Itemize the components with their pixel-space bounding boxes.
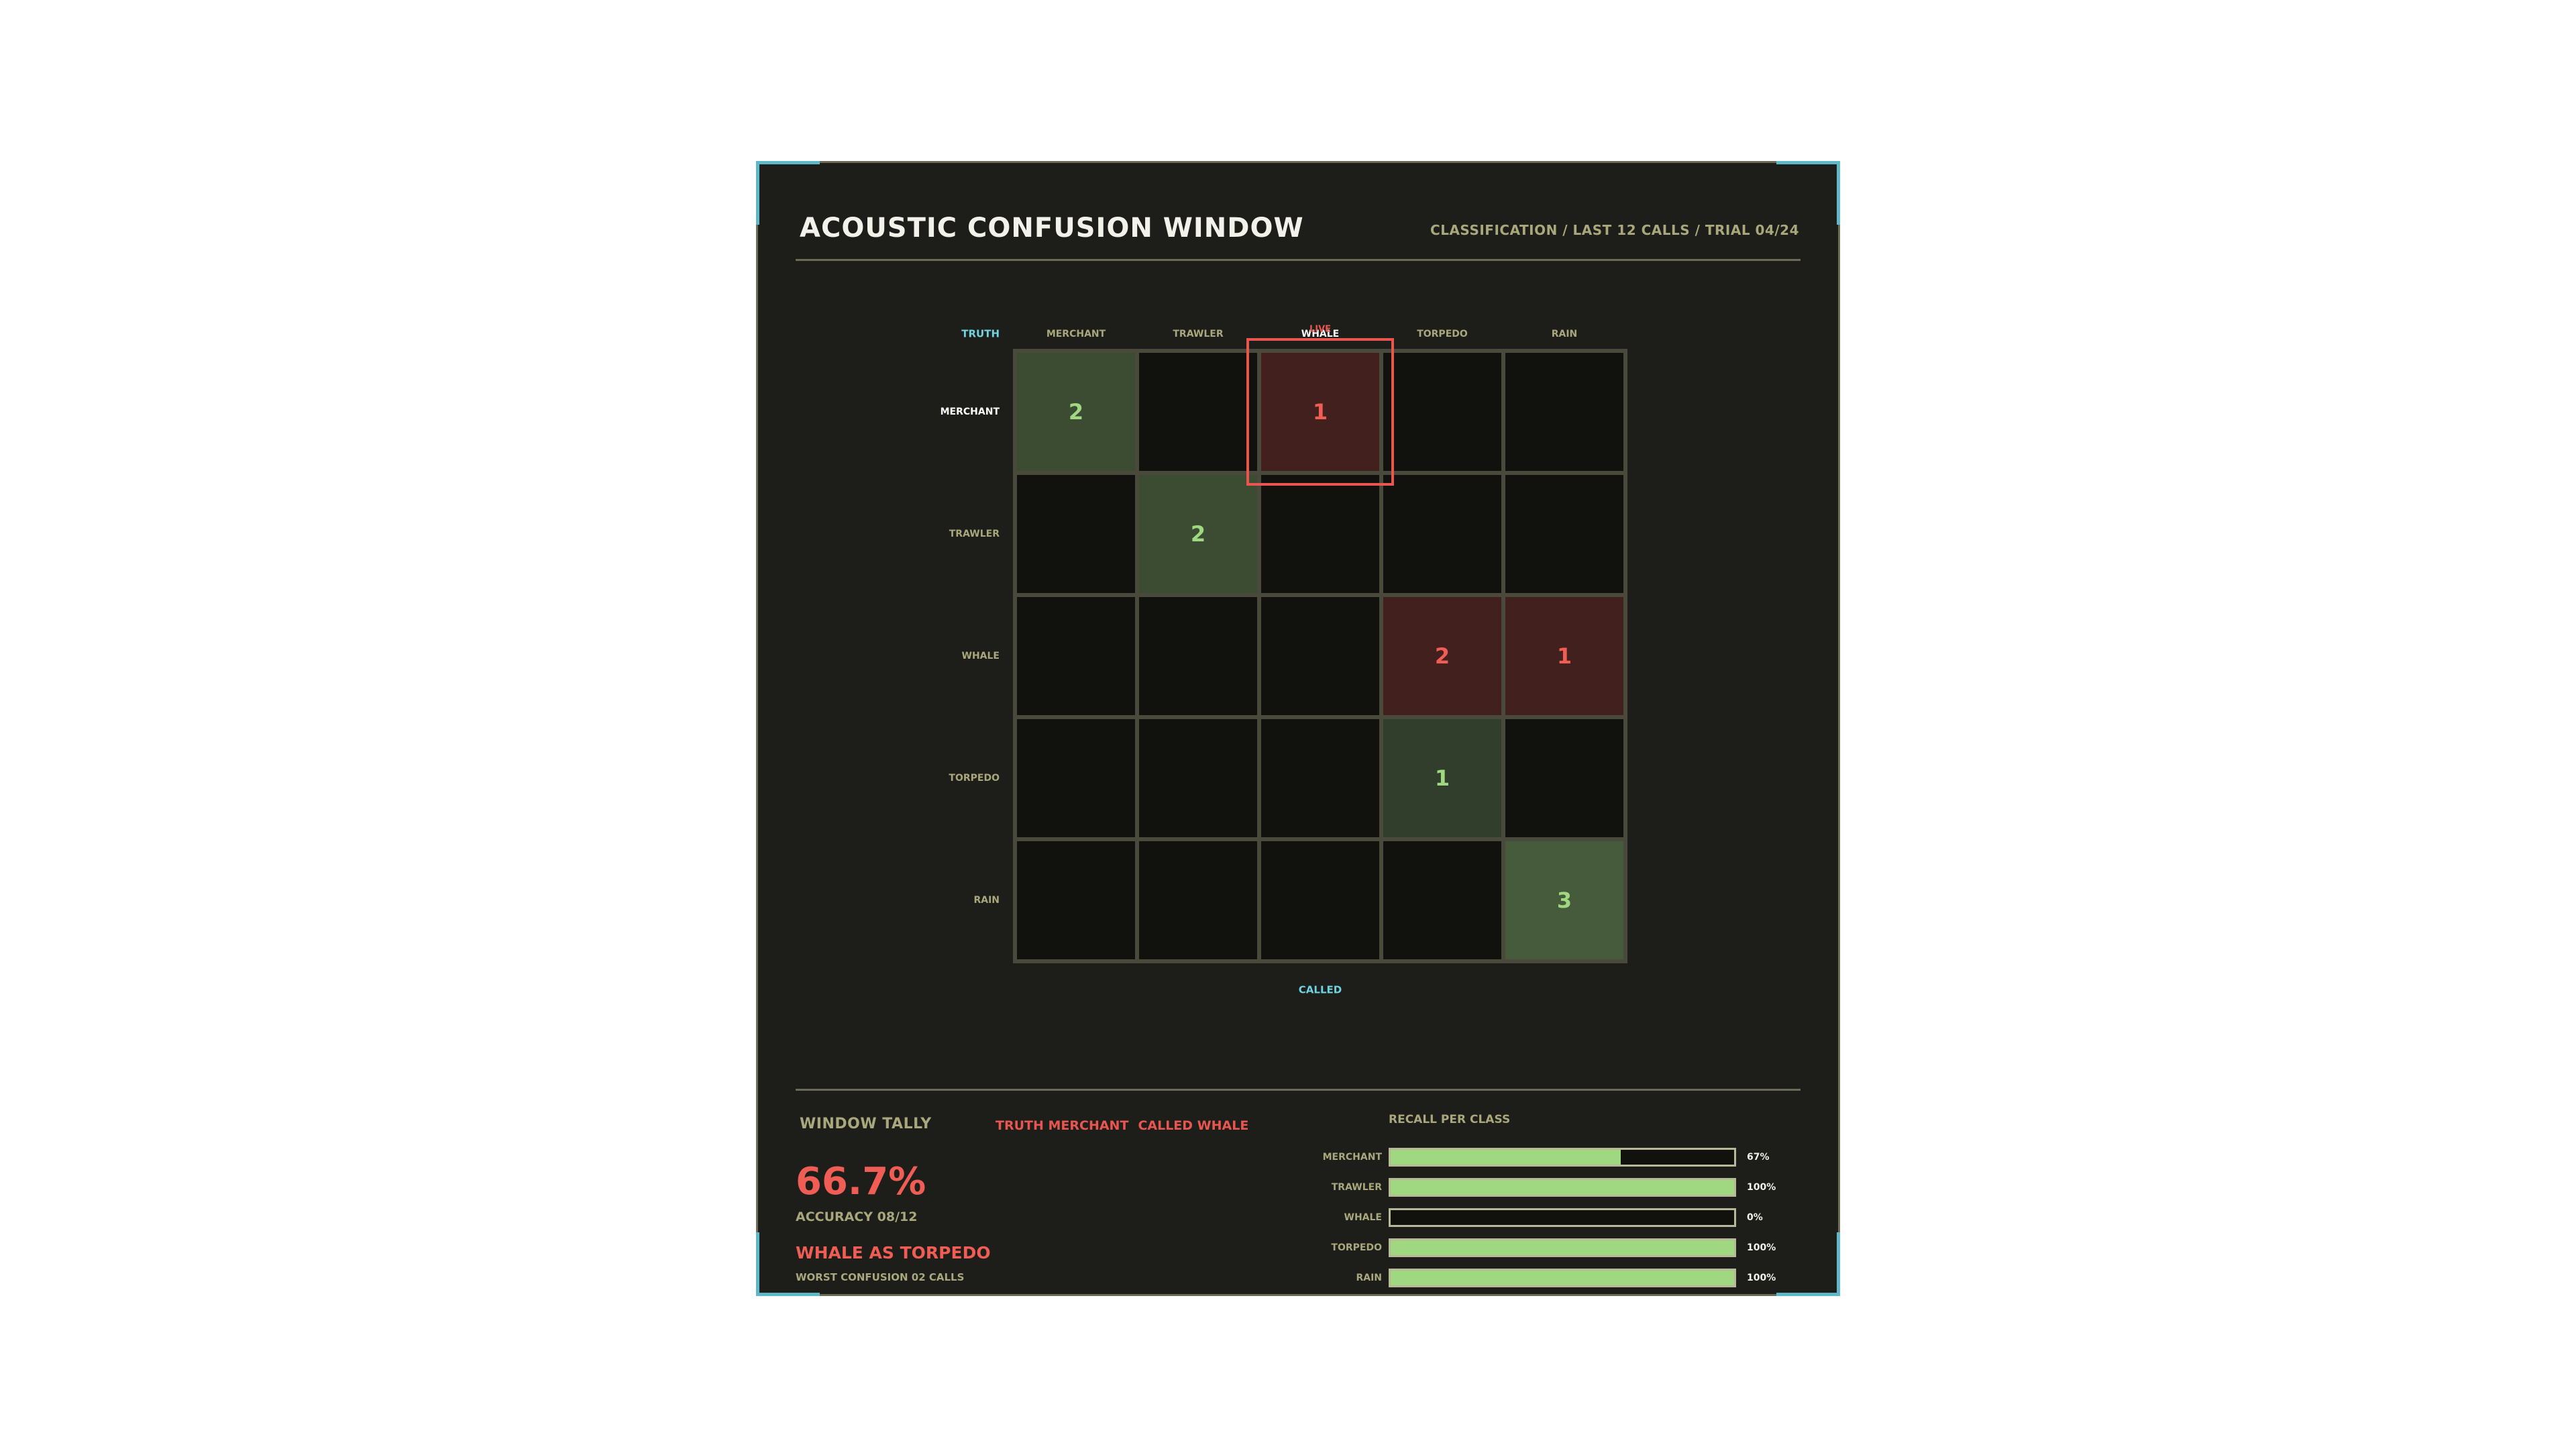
matrix-cell xyxy=(1139,719,1257,837)
recall-bar-fill xyxy=(1391,1240,1734,1255)
recall-value: 100% xyxy=(1747,1242,1776,1253)
recall-value: 100% xyxy=(1747,1273,1776,1283)
matrix-cell xyxy=(1261,475,1379,593)
recall-label: TRAWLER xyxy=(1331,1182,1382,1193)
recall-bar-fill xyxy=(1391,1271,1734,1285)
matrix-cell xyxy=(1017,597,1135,715)
recall-row-rain: RAIN 100% xyxy=(1281,1266,1791,1293)
row-header-torpedo: TORPEDO xyxy=(949,773,1000,784)
recall-label: RAIN xyxy=(1356,1273,1382,1283)
focus-truth: TRUTH MERCHANT xyxy=(996,1118,1129,1133)
matrix-cell xyxy=(1505,475,1623,593)
cell-value: 1 xyxy=(1557,643,1572,669)
recall-bar-track xyxy=(1389,1208,1736,1227)
row-header-whale: WHALE xyxy=(962,651,1000,661)
window-tally-label: WINDOW TALLY xyxy=(800,1116,932,1132)
matrix-cell xyxy=(1261,841,1379,959)
called-axis-label: CALLED xyxy=(1299,984,1342,996)
focus-called: CALLED WHALE xyxy=(1138,1118,1249,1133)
column-header-trawler: TRAWLER xyxy=(1173,329,1223,339)
cell-value: 2 xyxy=(1191,521,1205,547)
cell-value: 1 xyxy=(1435,765,1450,791)
recall-title: RECALL PER CLASS xyxy=(1389,1113,1511,1126)
recall-value: 67% xyxy=(1747,1152,1770,1163)
matrix-cell xyxy=(1505,719,1623,837)
recall-bar-fill xyxy=(1391,1150,1621,1165)
recall-bar-track xyxy=(1389,1178,1736,1197)
recall-label: WHALE xyxy=(1344,1212,1382,1223)
recall-value: 0% xyxy=(1747,1212,1763,1223)
corner-bracket xyxy=(756,1232,820,1296)
recall-row-trawler: TRAWLER 100% xyxy=(1281,1175,1791,1202)
matrix-cell xyxy=(1139,353,1257,471)
matrix-cell xyxy=(1017,841,1135,959)
worst-confusion-label: WORST CONFUSION 02 CALLS xyxy=(796,1271,965,1283)
row-header-trawler: TRAWLER xyxy=(949,529,1000,539)
confusion-matrix: TRUTH MERCHANT TRAWLER WHALE TORPEDO RAIN MERC… xyxy=(941,325,1627,996)
recall-bar-track xyxy=(1389,1238,1736,1257)
matrix-cell xyxy=(1139,597,1257,715)
accuracy-label: ACCURACY 08/12 xyxy=(796,1210,918,1224)
cell-value: 2 xyxy=(1435,643,1450,669)
worst-confusion: WHALE AS TORPEDO xyxy=(796,1243,991,1263)
matrix-cell xyxy=(1139,841,1257,959)
truth-axis-label: TRUTH xyxy=(961,328,1000,340)
recall-label: MERCHANT xyxy=(1322,1152,1382,1163)
footer-divider xyxy=(796,1089,1801,1091)
confusion-panel: ACOUSTIC CONFUSION WINDOW CLASSIFICATION… xyxy=(756,161,1840,1296)
matrix-cell xyxy=(1505,353,1623,471)
recall-row-torpedo: TORPEDO 100% xyxy=(1281,1236,1791,1263)
recall-bar-track xyxy=(1389,1269,1736,1287)
column-header-torpedo: TORPEDO xyxy=(1417,329,1468,339)
row-header-merchant: MERCHANT xyxy=(941,407,1000,417)
recall-bar-fill xyxy=(1391,1180,1734,1195)
recall-label: TORPEDO xyxy=(1331,1242,1382,1253)
cell-value: 3 xyxy=(1557,888,1572,913)
matrix-cell xyxy=(1261,597,1379,715)
column-header-merchant: MERCHANT xyxy=(1046,329,1106,339)
matrix-cell xyxy=(1261,719,1379,837)
matrix-cell xyxy=(1383,353,1501,471)
cell-value: 2 xyxy=(1069,399,1083,425)
accuracy-value: 66.7% xyxy=(796,1160,926,1203)
live-marker-label: LIVE xyxy=(1309,325,1331,335)
column-header-rain: RAIN xyxy=(1552,329,1578,339)
recall-value: 100% xyxy=(1747,1182,1776,1193)
matrix-cell xyxy=(1017,475,1135,593)
recall-row-whale: WHALE 0% xyxy=(1281,1205,1791,1232)
recall-row-merchant: MERCHANT 67% xyxy=(1281,1145,1791,1172)
selected-cell-info: TRUTH MERCHANT CALLED WHALE xyxy=(996,1118,1258,1133)
cell-value: 1 xyxy=(1313,399,1328,425)
matrix-cell xyxy=(1017,719,1135,837)
matrix-cell xyxy=(1383,475,1501,593)
matrix-cell xyxy=(1383,841,1501,959)
recall-bar-track xyxy=(1389,1148,1736,1167)
row-header-rain: RAIN xyxy=(973,895,1000,906)
